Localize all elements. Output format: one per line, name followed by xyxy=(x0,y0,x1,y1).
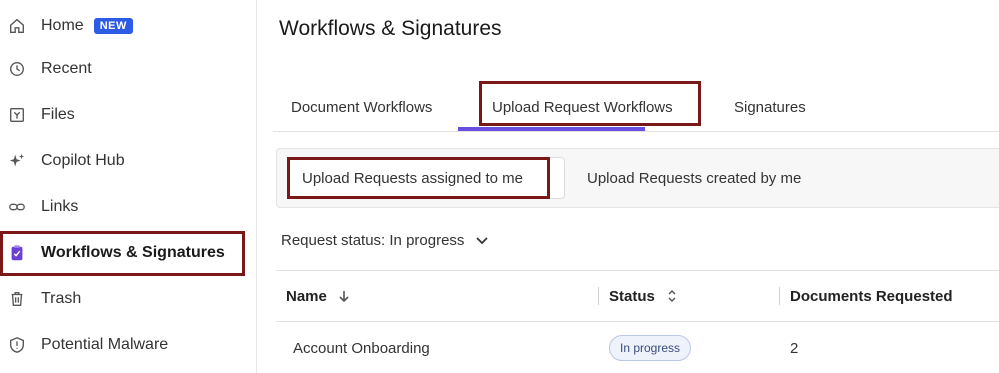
sidebar-item-files[interactable]: Files xyxy=(0,95,257,135)
clipboard-icon xyxy=(8,244,26,262)
new-badge: NEW xyxy=(93,18,133,34)
subtab-bar: Upload Requests assigned to me Upload Re… xyxy=(276,148,999,208)
tab-upload-request-workflows[interactable]: Upload Request Workflows xyxy=(492,82,673,132)
cell-documents-requested: 2 xyxy=(790,339,799,357)
sidebar-item-trash[interactable]: Trash xyxy=(0,279,257,319)
tab-signatures[interactable]: Signatures xyxy=(734,82,806,132)
sidebar-item-label: Home xyxy=(41,17,84,34)
tab-document-workflows[interactable]: Document Workflows xyxy=(291,82,432,132)
files-icon xyxy=(8,106,26,124)
tab-label: Document Workflows xyxy=(291,98,433,116)
sidebar-item-recent[interactable]: Recent xyxy=(0,49,257,89)
column-divider xyxy=(779,287,780,305)
subtab-label: Upload Requests assigned to me xyxy=(302,169,523,187)
arrow-down-icon xyxy=(339,291,349,303)
sidebar-item-home[interactable]: Home NEW xyxy=(0,6,257,46)
sidebar-item-workflows-signatures[interactable]: Workflows & Signatures xyxy=(0,233,257,273)
sidebar: Home NEW Recent Files Copilot Hub Links … xyxy=(0,0,257,373)
sidebar-item-links[interactable]: Links xyxy=(0,187,257,227)
sidebar-item-label: Recent xyxy=(41,60,92,77)
sidebar-item-label: Potential Malware xyxy=(41,336,169,353)
sidebar-item-potential-malware[interactable]: Potential Malware xyxy=(0,325,257,365)
column-header-label: Documents Requested xyxy=(790,287,953,305)
column-header-documents-requested[interactable]: Documents Requested xyxy=(790,271,953,321)
column-header-label: Status xyxy=(609,287,655,305)
clock-icon xyxy=(8,60,26,78)
sidebar-item-label: Files xyxy=(41,106,75,123)
column-header-status[interactable]: Status xyxy=(609,271,679,321)
sidebar-item-label: Trash xyxy=(41,290,82,307)
status-badge: In progress xyxy=(609,335,692,361)
cell-name[interactable]: Account Onboarding xyxy=(293,323,430,373)
chevron-down-icon xyxy=(474,232,490,248)
sidebar-item-label: Workflows & Signatures xyxy=(41,244,225,261)
tab-label: Upload Request Workflows xyxy=(492,98,673,116)
shield-alert-icon xyxy=(8,336,26,354)
column-header-name[interactable]: Name xyxy=(286,271,351,321)
page-title: Workflows & Signatures xyxy=(279,17,502,40)
tab-active-underline xyxy=(458,127,645,131)
home-icon xyxy=(8,17,26,35)
sort-updown-icon xyxy=(668,290,676,302)
main-content: Workflows & Signatures Document Workflow… xyxy=(258,0,999,373)
subtab-created-by-me[interactable]: Upload Requests created by me xyxy=(587,149,801,207)
table-row[interactable]: Account Onboarding In progress 2 xyxy=(276,323,999,373)
column-header-label: Name xyxy=(286,287,327,305)
subtab-label: Upload Requests created by me xyxy=(587,169,802,187)
trash-icon xyxy=(8,290,26,308)
cell-status: In progress xyxy=(609,323,692,373)
sidebar-item-label: Copilot Hub xyxy=(41,152,125,169)
filter-label: Request status: In progress xyxy=(281,231,465,249)
sparkle-icon xyxy=(8,152,26,170)
status-filter-dropdown[interactable]: Request status: In progress xyxy=(281,228,490,252)
subtab-assigned-to-me[interactable]: Upload Requests assigned to me xyxy=(288,157,565,199)
tab-label: Signatures xyxy=(734,98,806,116)
sidebar-item-label: Links xyxy=(41,198,79,215)
tab-bar: Document Workflows Upload Request Workfl… xyxy=(273,82,999,132)
link-icon xyxy=(8,198,26,216)
sidebar-item-copilot-hub[interactable]: Copilot Hub xyxy=(0,141,257,181)
column-divider xyxy=(598,287,599,305)
table-header: Name Status Documents Requested xyxy=(276,270,999,322)
